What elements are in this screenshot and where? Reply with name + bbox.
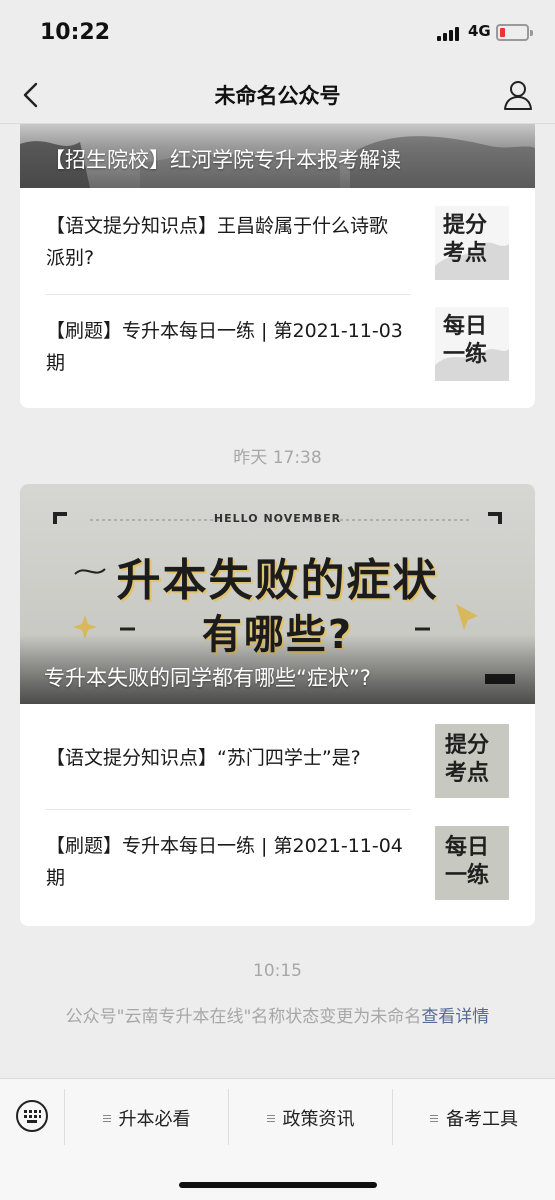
article-item[interactable]: 【语文提分知识点】王昌龄属于什么诗歌派别? 提分 考点 bbox=[20, 188, 535, 295]
message-card-1: 【招生院校】红河学院专升本报考解读 【语文提分知识点】王昌龄属于什么诗歌派别? … bbox=[20, 124, 535, 408]
article-item[interactable]: 【刷题】专升本每日一练 | 第2021-11-04期 每日 一练 bbox=[20, 810, 535, 926]
page-title: 未命名公众号 bbox=[214, 84, 341, 108]
article-thumbnail: 每日 一练 bbox=[435, 307, 509, 381]
home-indicator[interactable] bbox=[179, 1182, 377, 1188]
nav-bar: 未命名公众号 bbox=[0, 66, 555, 124]
menu-item-study-tools[interactable]: 备考工具 bbox=[393, 1101, 555, 1135]
keyboard-icon bbox=[16, 1100, 48, 1132]
cover-title: 【招生院校】红河学院专升本报考解读 bbox=[44, 148, 401, 172]
menu-item-label: 政策资讯 bbox=[282, 1109, 355, 1130]
thumb-text-2: 考点 bbox=[443, 241, 488, 266]
view-details-link[interactable]: 查看详情 bbox=[421, 1007, 489, 1027]
menu-list-icon bbox=[430, 1113, 438, 1124]
article-item[interactable]: 【刷题】专升本每日一练 | 第2021-11-03期 每日 一练 bbox=[20, 295, 535, 408]
thumb-text-2: 一练 bbox=[443, 342, 488, 367]
article-thumbnail: 提分 考点 bbox=[435, 724, 509, 798]
cover-title: 专升本失败的同学都有哪些“症状”? bbox=[44, 666, 371, 690]
battery-icon bbox=[496, 24, 533, 41]
menu-list-icon bbox=[102, 1113, 111, 1124]
article-thumbnail: 每日 一练 bbox=[435, 826, 509, 900]
thumb-text-1: 每日 bbox=[443, 314, 488, 339]
cover-banner-text: HELLO NOVEMBER bbox=[213, 512, 342, 525]
menu-item-upgrade-guide[interactable]: 升本必看 bbox=[65, 1101, 228, 1135]
message-card-2: HELLO NOVEMBER 升本失败的症状 有哪些? 专升本失败的同学都有哪些… bbox=[20, 484, 535, 926]
article-title: 【语文提分知识点】“苏门四学士”是? bbox=[46, 747, 361, 769]
system-notice: 公众号"云南专升本在线"名称状态变更为未命名查看详情 bbox=[40, 1002, 515, 1033]
menu-item-label: 升本必看 bbox=[118, 1109, 191, 1130]
menu-item-policy-news[interactable]: 政策资讯 bbox=[229, 1101, 392, 1135]
keyboard-button[interactable] bbox=[15, 1099, 49, 1133]
article-title: 【语文提分知识点】王昌龄属于什么诗歌派别? bbox=[46, 215, 389, 269]
status-bar: 10:22 4G bbox=[0, 0, 555, 66]
thumb-text-1: 提分 bbox=[443, 213, 488, 238]
thumb-text-2: 一练 bbox=[445, 863, 490, 888]
menu-list-icon bbox=[266, 1113, 275, 1124]
article-title: 【刷题】专升本每日一练 | 第2021-11-03期 bbox=[46, 320, 403, 374]
thumb-text-1: 每日 bbox=[445, 835, 490, 860]
cover-headline-1: 升本失败的症状 bbox=[116, 555, 439, 606]
cover-image-2[interactable]: HELLO NOVEMBER 升本失败的症状 有哪些? 专升本失败的同学都有哪些… bbox=[20, 484, 535, 704]
article-item[interactable]: 【语文提分知识点】“苏门四学士”是? 提分 考点 bbox=[20, 704, 535, 810]
notice-text: 公众号"云南专升本在线"名称状态变更为未命名 bbox=[65, 1007, 422, 1027]
signal-icon bbox=[437, 27, 459, 41]
article-title: 【刷题】专升本每日一练 | 第2021-11-04期 bbox=[46, 835, 403, 889]
profile-button[interactable] bbox=[501, 78, 535, 112]
person-icon bbox=[504, 81, 532, 110]
thumb-text-2: 考点 bbox=[445, 761, 490, 786]
menu-item-label: 备考工具 bbox=[446, 1109, 518, 1130]
thumb-text-1: 提分 bbox=[445, 733, 490, 758]
notice-timestamp: 10:15 bbox=[253, 961, 302, 981]
cover-image-1[interactable]: 【招生院校】红河学院专升本报考解读 bbox=[20, 124, 535, 188]
status-time: 10:22 bbox=[40, 20, 111, 45]
article-thumbnail: 提分 考点 bbox=[435, 206, 509, 280]
network-type: 4G bbox=[468, 22, 491, 40]
message-timestamp: 昨天 17:38 bbox=[233, 448, 322, 468]
